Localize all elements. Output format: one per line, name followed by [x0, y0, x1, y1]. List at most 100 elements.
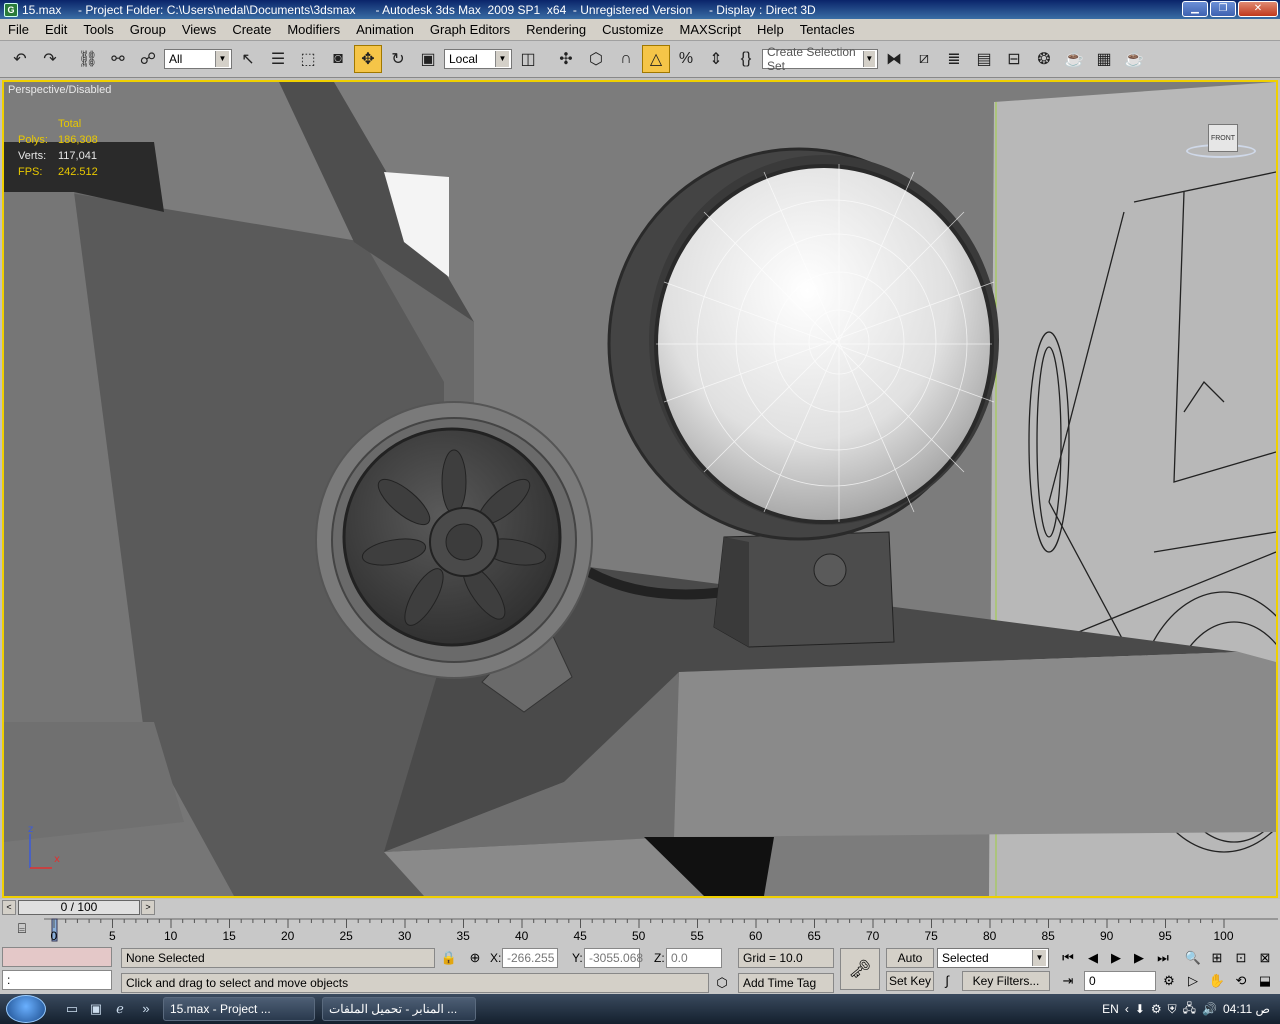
menu-file[interactable]: File [0, 19, 37, 41]
viewport-label[interactable]: Perspective/Disabled [8, 84, 111, 96]
pan-view-icon[interactable]: ✋ [1207, 971, 1227, 991]
field-of-view-icon[interactable]: ▷ [1183, 971, 1203, 991]
menu-group[interactable]: Group [122, 19, 174, 41]
redo-icon[interactable]: ↷ [36, 45, 64, 73]
goto-start-icon[interactable]: ⏮ [1058, 948, 1078, 968]
internet-explorer-icon[interactable]: ℯ [112, 1001, 128, 1017]
select-and-link-icon[interactable]: ⛓ [74, 45, 102, 73]
menu-create[interactable]: Create [224, 19, 279, 41]
taskbar-3dsmax[interactable]: 15.max - Project ... [163, 997, 315, 1021]
scene-render[interactable] [4, 82, 1276, 896]
maxscript-mini-listener[interactable]: : [2, 970, 112, 990]
taskbar-browser[interactable]: المنابر - تحميل الملفات ... [322, 997, 476, 1021]
play-icon[interactable]: ▶ [1106, 948, 1126, 968]
keyboard-shortcut-override-icon[interactable]: ⬡ [582, 45, 610, 73]
viewcube-face-front[interactable]: FRONT [1208, 124, 1238, 152]
graphite-ribbon-icon[interactable]: ▤ [970, 45, 998, 73]
align-icon[interactable]: ⧄ [910, 45, 938, 73]
time-configuration-icon[interactable]: ⚙ [1159, 971, 1179, 991]
maxscript-listener-pink[interactable] [2, 947, 112, 967]
quick-launch-more-icon[interactable]: » [138, 1001, 154, 1017]
unlink-icon[interactable]: ⚯ [104, 45, 132, 73]
pivot-center-icon[interactable]: ◫ [514, 45, 542, 73]
layer-manager-icon[interactable]: ≣ [940, 45, 968, 73]
3dsmax-app-icon[interactable]: G [4, 2, 18, 17]
menu-tools[interactable]: Tools [75, 19, 121, 41]
volume-icon[interactable]: 🔊 [1202, 1002, 1217, 1016]
next-frame-icon[interactable]: ▶ [1129, 948, 1149, 968]
time-slider-next-icon[interactable]: > [141, 900, 155, 915]
select-and-scale-icon[interactable]: ▣ [414, 45, 442, 73]
select-by-name-icon[interactable]: ☰ [264, 45, 292, 73]
maximize-viewport-icon[interactable]: ⬓ [1255, 971, 1275, 991]
select-and-move-icon[interactable]: ✥ [354, 45, 382, 73]
set-key-button[interactable]: Set Key [886, 971, 934, 991]
zoom-extents-icon[interactable]: ⊡ [1231, 948, 1251, 968]
track-bar[interactable]: ⌸ 0 5 10 15 20 25 30 35 40 45 50 55 60 65 70 75 80 85 90 95… [0, 916, 1280, 944]
select-and-rotate-icon[interactable]: ↻ [384, 45, 412, 73]
perspective-viewport[interactable]: Perspective/Disabled Total Polys: 186,308… [2, 80, 1278, 898]
zoom-icon[interactable]: 🔍 [1183, 948, 1203, 968]
close-icon[interactable]: ✕ [1238, 1, 1278, 17]
menu-views[interactable]: Views [174, 19, 224, 41]
window-crossing-icon[interactable]: ◙ [324, 45, 352, 73]
menu-animation[interactable]: Animation [348, 19, 422, 41]
show-desktop-icon[interactable]: ▭ [64, 1001, 80, 1017]
time-slider-thumb[interactable]: 0 / 100 [18, 900, 140, 915]
start-button-icon[interactable] [6, 995, 46, 1023]
named-selection-sets-dropdown[interactable]: Create Selection Set ▼ [762, 45, 878, 73]
y-coordinate-field[interactable]: -3055.068 [584, 948, 643, 968]
goto-end-icon[interactable]: ⏭ [1153, 948, 1173, 968]
menu-help[interactable]: Help [749, 19, 792, 41]
key-mode-toggle-icon[interactable]: ⇥ [1058, 971, 1078, 991]
mini-curve-editor-icon[interactable]: ⌸ [10, 920, 34, 940]
undo-icon[interactable]: ↶ [6, 45, 34, 73]
select-object-icon[interactable]: ↖ [234, 45, 262, 73]
menu-tentacles[interactable]: Tentacles [792, 19, 863, 41]
zoom-extents-all-icon[interactable]: ⊠ [1255, 948, 1275, 968]
menu-graph-editors[interactable]: Graph Editors [422, 19, 518, 41]
z-coordinate-field[interactable]: 0.0 [666, 948, 722, 968]
menu-modifiers[interactable]: Modifiers [279, 19, 348, 41]
key-filters-button[interactable]: Key Filters... [962, 971, 1050, 991]
set-keys-key-icon[interactable]: 🗝 [840, 948, 880, 990]
edit-named-selection-icon[interactable]: {} [732, 45, 760, 73]
tray-app-icon[interactable]: ⚙ [1151, 1002, 1162, 1016]
tray-expand-icon[interactable]: ‹ [1125, 1002, 1129, 1016]
add-time-tag-button[interactable]: Add Time Tag [738, 973, 834, 993]
menu-customize[interactable]: Customize [594, 19, 671, 41]
zoom-all-icon[interactable]: ⊞ [1207, 948, 1227, 968]
curve-editor-icon[interactable]: ⊟ [1000, 45, 1028, 73]
rectangular-selection-icon[interactable]: ⬚ [294, 45, 322, 73]
clock[interactable]: 04:11 ص [1223, 1002, 1270, 1016]
snaps-toggle-icon[interactable]: ∩ [612, 45, 640, 73]
selection-lock-icon[interactable]: 🔒 [439, 948, 459, 968]
menu-rendering[interactable]: Rendering [518, 19, 594, 41]
current-frame-field[interactable]: 0 [1084, 971, 1156, 991]
select-manipulate-icon[interactable]: ✣ [552, 45, 580, 73]
angle-snap-icon[interactable]: △ [642, 45, 670, 73]
orbit-icon[interactable]: ⟲ [1231, 971, 1251, 991]
reference-coordinate-dropdown[interactable]: Local ▼ [444, 49, 512, 69]
key-mode-dropdown[interactable]: Selected ▼ [937, 948, 1049, 968]
previous-frame-icon[interactable]: ◀ [1083, 948, 1103, 968]
time-tag-icon[interactable]: ⬡ [712, 973, 732, 993]
render-production-icon[interactable]: ☕ [1120, 45, 1148, 73]
material-editor-icon[interactable]: ❂ [1030, 45, 1058, 73]
track-bar-ruler[interactable]: 0 5 10 15 20 25 30 35 40 45 50 55 60 65 70 75 80 85 90 95 10… [44, 916, 1278, 944]
network-icon[interactable]: 🖧 [1183, 999, 1196, 1020]
rendered-frame-window-icon[interactable]: ▦ [1090, 45, 1118, 73]
spinner-snap-icon[interactable]: ⇕ [702, 45, 730, 73]
download-icon[interactable]: ⬇ [1135, 1002, 1145, 1016]
restore-icon[interactable]: ❐ [1210, 1, 1236, 17]
absolute-mode-icon[interactable]: ⊕ [465, 948, 485, 968]
x-coordinate-field[interactable]: -266.255 [502, 948, 558, 968]
time-slider-prev-icon[interactable]: < [2, 900, 16, 915]
percent-snap-icon[interactable]: % [672, 45, 700, 73]
auto-key-button[interactable]: Auto Key [886, 948, 934, 983]
switch-windows-icon[interactable]: ▣ [88, 1001, 104, 1017]
bind-space-warp-icon[interactable]: ☍ [134, 45, 162, 73]
default-tangents-icon[interactable]: ∫ [937, 971, 957, 991]
menu-edit[interactable]: Edit [37, 19, 75, 41]
viewcube[interactable]: FRONT [1186, 122, 1256, 162]
